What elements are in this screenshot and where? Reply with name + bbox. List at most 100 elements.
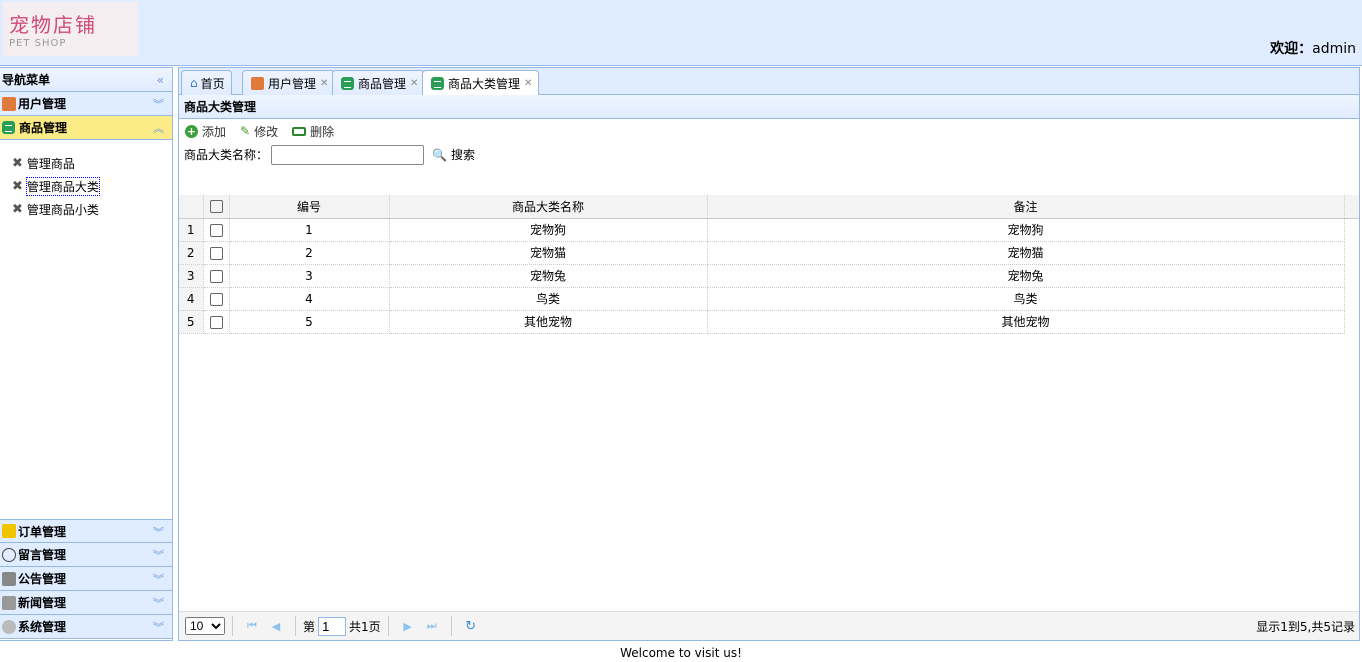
tab-home[interactable]: ⌂ 首页 <box>181 70 232 95</box>
add-button[interactable]: + 添加 <box>185 123 226 140</box>
sidebar-group-system[interactable]: 系统管理 ︾ <box>0 615 172 639</box>
row-checkbox[interactable] <box>209 269 223 283</box>
cell-remark: 宠物猫 <box>707 241 1345 265</box>
table-row[interactable]: 5 5 其他宠物 其他宠物 <box>179 310 1359 334</box>
select-all-checkbox[interactable] <box>209 200 223 214</box>
tools-icon: ✖ <box>12 156 23 171</box>
last-page-icon[interactable]: ⏭ <box>420 619 444 633</box>
row-number: 1 <box>179 218 204 242</box>
tools-icon: ✖ <box>12 202 23 217</box>
next-page-icon[interactable]: ▶ <box>396 620 420 633</box>
edit-button[interactable]: ✎ 修改 <box>240 123 278 140</box>
close-icon[interactable]: ✕ <box>410 78 418 89</box>
pager-info: 显示1到5,共5记录 <box>1256 619 1355 634</box>
row-number: 5 <box>179 310 204 334</box>
comment-icon <box>2 547 16 562</box>
refresh-icon[interactable]: ↻ <box>459 619 483 634</box>
minus-icon <box>292 126 307 136</box>
tab-bar: ⌂ 首页 用户管理 ✕ 商品管理 ✕ 商品大类管理 ✕ <box>179 68 1359 96</box>
users-icon <box>251 76 264 90</box>
cell-name: 宠物兔 <box>389 264 708 288</box>
column-header[interactable]: 备注 <box>707 195 1345 219</box>
home-icon: ⌂ <box>190 76 198 90</box>
sidebar-group-messages[interactable]: 留言管理 ︾ <box>0 543 172 567</box>
tab-categories[interactable]: 商品大类管理 ✕ <box>422 70 540 96</box>
pagination: 10 ⏮ ◀ 第 共1页 ▶ ⏭ ↻ 显示1到5,共5记录 <box>179 611 1359 640</box>
sidebar-item-manage-products[interactable]: ✖ 管理商品 <box>0 152 172 175</box>
plus-icon: + <box>185 124 198 138</box>
cell-id: 2 <box>229 241 390 265</box>
cell-name: 宠物狗 <box>389 218 708 242</box>
cell-remark: 宠物兔 <box>707 264 1345 288</box>
users-icon <box>2 96 16 111</box>
table-header: 编号 商品大类名称 备注 <box>179 195 1359 219</box>
welcome-text: 欢迎：admin <box>1270 41 1356 57</box>
collapse-icon[interactable]: « <box>157 73 164 87</box>
list-icon <box>431 77 444 90</box>
sidebar-item-manage-categories[interactable]: ✖ 管理商品大类 <box>0 175 172 198</box>
sidebar-item-manage-subcategories[interactable]: ✖ 管理商品小类 <box>0 198 172 221</box>
close-icon[interactable]: ✕ <box>320 78 328 89</box>
main-panel: ⌂ 首页 用户管理 ✕ 商品管理 ✕ 商品大类管理 ✕ 商品大类管理 + 添加 ✎ 修改 删… <box>178 67 1360 641</box>
sidebar-group-products[interactable]: 商品管理 ︽ <box>0 116 172 140</box>
data-grid: 编号 商品大类名称 备注 1 1 宠物狗 宠物狗 2 2 宠物猫 宠物猫 3 3… <box>179 195 1359 334</box>
list-icon <box>341 76 354 90</box>
cell-id: 3 <box>229 264 390 288</box>
prev-page-icon[interactable]: ◀ <box>264 620 288 633</box>
close-icon[interactable]: ✕ <box>524 78 532 89</box>
panel-title: 商品大类管理 <box>179 95 1359 119</box>
search-button[interactable]: 🔍 搜索 <box>432 146 475 163</box>
list-icon <box>2 121 15 134</box>
toolbar: + 添加 ✎ 修改 删除 <box>179 119 1359 143</box>
row-checkbox[interactable] <box>209 223 223 237</box>
tools-icon: ✖ <box>12 179 23 194</box>
sidebar-title: 导航菜单 « <box>0 68 172 92</box>
column-header[interactable]: 编号 <box>229 195 390 219</box>
search-bar: 商品大类名称： 🔍 搜索 <box>179 143 1359 166</box>
row-checkbox[interactable] <box>209 246 223 260</box>
cell-name: 鸟类 <box>389 287 708 311</box>
sidebar-group-users[interactable]: 用户管理 ︾ <box>0 92 172 116</box>
chevron-down-icon: ︾ <box>153 98 164 111</box>
page-size-select[interactable]: 10 <box>185 617 225 635</box>
row-number: 4 <box>179 287 204 311</box>
chevron-down-icon: ︾ <box>153 597 164 610</box>
delete-button[interactable]: 删除 <box>292 123 334 140</box>
chevron-down-icon: ︾ <box>153 573 164 586</box>
sidebar-group-news[interactable]: 新闻管理 ︾ <box>0 591 172 615</box>
pencil-icon: ✎ <box>240 124 251 138</box>
sidebar-group-orders[interactable]: 订单管理 ︾ <box>0 519 172 543</box>
column-header[interactable]: 商品大类名称 <box>389 195 708 219</box>
footer: Welcome to visit us! <box>620 646 742 660</box>
news-icon <box>2 595 16 610</box>
table-row[interactable]: 4 4 鸟类 鸟类 <box>179 287 1359 311</box>
row-number: 3 <box>179 264 204 288</box>
table-row[interactable]: 3 3 宠物兔 宠物兔 <box>179 264 1359 288</box>
page-number-input[interactable] <box>318 616 347 636</box>
first-page-icon[interactable]: ⏮ <box>240 619 264 633</box>
cell-id: 1 <box>229 218 390 242</box>
row-checkbox[interactable] <box>209 315 223 329</box>
cell-remark: 其他宠物 <box>707 310 1345 334</box>
sidebar-group-notices[interactable]: 公告管理 ︾ <box>0 567 172 591</box>
chevron-up-icon: ︽ <box>153 122 164 135</box>
notice-icon <box>2 571 16 586</box>
tab-products[interactable]: 商品管理 ✕ <box>332 70 426 95</box>
chevron-down-icon: ︾ <box>153 549 164 562</box>
row-checkbox[interactable] <box>209 292 223 306</box>
chevron-down-icon: ︾ <box>153 526 164 539</box>
username: admin <box>1312 41 1356 57</box>
chevron-down-icon: ︾ <box>153 621 164 634</box>
table-row[interactable]: 1 1 宠物狗 宠物狗 <box>179 218 1359 242</box>
folder-icon <box>2 524 16 538</box>
category-name-input[interactable] <box>271 144 425 165</box>
table-row[interactable]: 2 2 宠物猫 宠物猫 <box>179 241 1359 265</box>
tab-users[interactable]: 用户管理 ✕ <box>242 70 336 95</box>
sidebar: 导航菜单 « 用户管理 ︾ 商品管理 ︽ ✖ 管理商品 ✖ 管理商品大类 ✖ 管理商品小类 … <box>0 67 173 641</box>
row-number: 2 <box>179 241 204 265</box>
gear-icon <box>2 619 16 634</box>
header: 宠物店铺 PET SHOP 欢迎：admin <box>0 0 1362 66</box>
cell-remark: 宠物狗 <box>707 218 1345 242</box>
cell-name: 宠物猫 <box>389 241 708 265</box>
cell-remark: 鸟类 <box>707 287 1345 311</box>
